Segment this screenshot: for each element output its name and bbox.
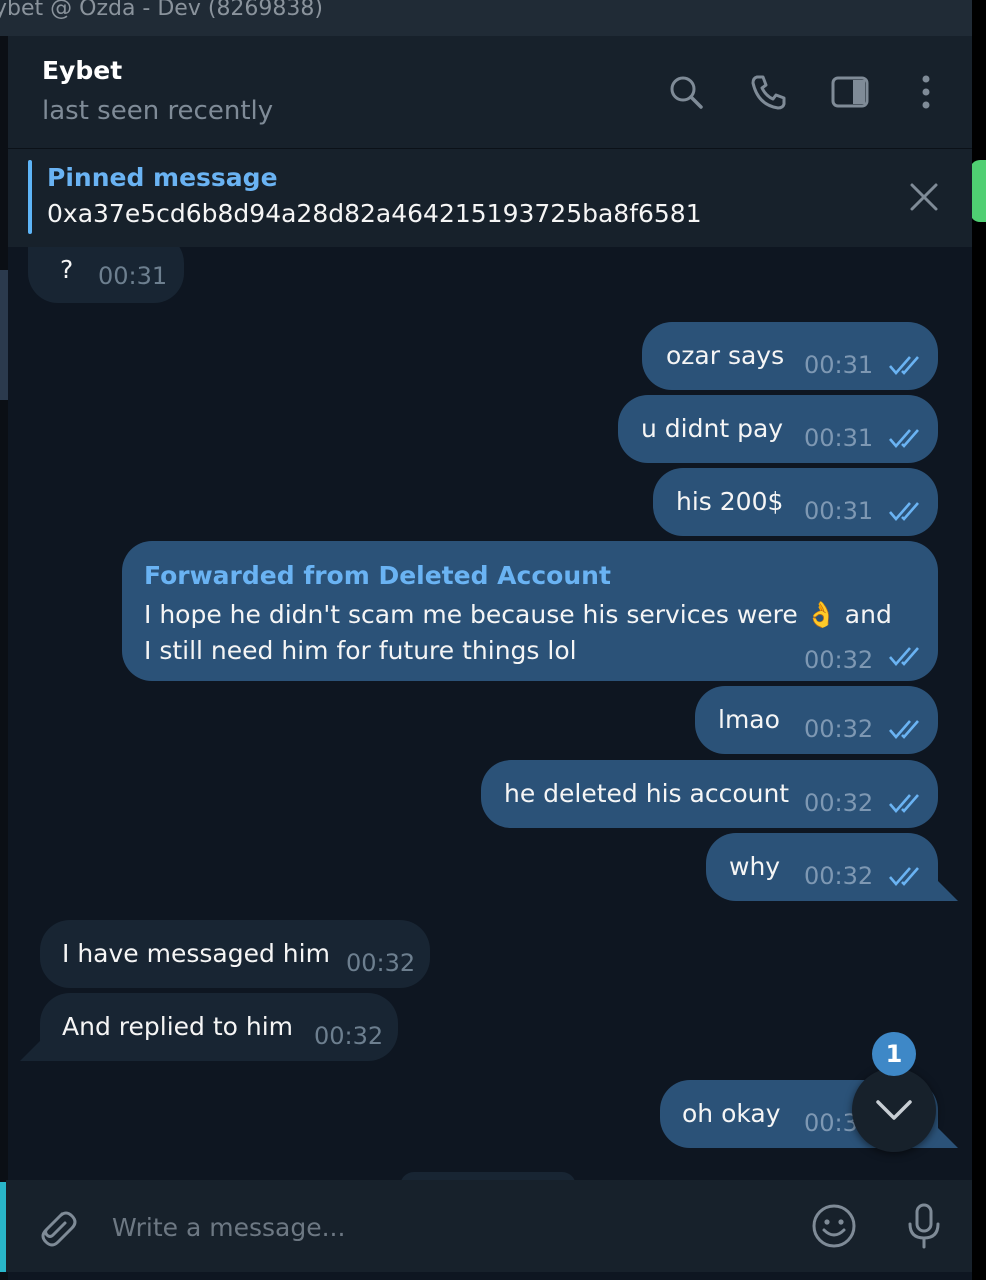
message-outgoing[interactable]: ozar says 00:31 — [642, 322, 938, 390]
double-check-icon — [889, 794, 919, 813]
message-outgoing[interactable]: lmao 00:32 — [695, 686, 938, 754]
message-text: why — [729, 852, 781, 881]
message-time: 00:32 — [804, 715, 874, 743]
message-time: 00:31 — [804, 424, 874, 452]
message-time: 00:31 — [804, 497, 874, 525]
pinned-text: 0xa37e5cd6b8d94a28d82a464215193725ba8f65… — [47, 199, 702, 228]
double-check-icon — [889, 720, 919, 739]
double-check-icon — [889, 429, 919, 448]
message-outgoing[interactable]: why 00:32 — [706, 833, 938, 901]
chat-header[interactable]: Eybet last seen recently — [8, 36, 972, 149]
message-text: ozar says — [666, 341, 785, 370]
window-title: ybet @ Ozda - Dev (8269838) — [0, 0, 324, 21]
message-text: ? — [60, 255, 74, 284]
message-text: I hope he didn't scam me because his ser… — [144, 600, 892, 665]
left-edge — [0, 36, 8, 1280]
message-text: he deleted his account — [504, 779, 790, 808]
close-icon[interactable] — [906, 179, 942, 215]
message-outgoing[interactable]: his 200$ 00:31 — [653, 468, 938, 536]
message-text: And replied to him — [62, 1012, 294, 1041]
message-list[interactable]: ? 00:31 ozar says 00:31 u didnt pay 00:3… — [8, 247, 972, 1180]
message-text: his 200$ — [676, 487, 784, 516]
double-check-icon — [889, 502, 919, 521]
message-incoming[interactable]: ? 00:31 — [28, 247, 184, 303]
pinned-indicator — [28, 160, 32, 234]
microphone-icon[interactable] — [900, 1202, 948, 1250]
window-titlebar: ybet @ Ozda - Dev (8269838) — [0, 0, 972, 36]
message-time: 00:32 — [346, 949, 416, 977]
double-check-icon — [889, 647, 919, 666]
pinned-title: Pinned message — [47, 163, 278, 192]
message-input[interactable] — [110, 1204, 794, 1250]
double-check-icon — [889, 867, 919, 886]
message-outgoing[interactable]: u didnt pay 00:31 — [618, 395, 938, 463]
double-check-icon — [889, 356, 919, 375]
search-icon[interactable] — [666, 72, 706, 112]
contact-status: last seen recently — [42, 96, 274, 126]
message-time: 00:32 — [314, 1022, 384, 1050]
sidebar-toggle-icon[interactable] — [830, 72, 870, 112]
bubble-tail — [936, 1126, 958, 1148]
message-incoming[interactable]: I have messaged him 00:32 — [40, 920, 430, 988]
message-text: I have messaged him — [62, 939, 330, 968]
message-time: 00:3 — [804, 1109, 858, 1137]
message-text: oh okay — [682, 1099, 781, 1128]
message-time: 00:31 — [98, 262, 168, 290]
more-icon[interactable] — [906, 72, 946, 112]
bubble-tail — [936, 879, 958, 901]
message-text: lmao — [718, 705, 780, 734]
forwarded-from-label[interactable]: Forwarded from Deleted Account — [144, 561, 611, 591]
bubble-tail — [20, 1039, 42, 1061]
left-edge-highlight — [0, 270, 8, 400]
scroll-to-bottom-button[interactable] — [852, 1068, 936, 1152]
contact-name[interactable]: Eybet — [42, 56, 122, 85]
message-time: 00:32 — [804, 862, 874, 890]
chevron-down-icon — [876, 1100, 912, 1120]
message-outgoing[interactable]: he deleted his account 00:32 — [481, 760, 938, 828]
message-time: 00:32 — [804, 646, 874, 674]
attach-icon[interactable] — [32, 1202, 80, 1250]
message-time: 00:31 — [804, 351, 874, 379]
message-forwarded[interactable]: Forwarded from Deleted Account I hope he… — [122, 541, 938, 681]
message-composer[interactable] — [6, 1180, 972, 1272]
background-app-edge — [970, 160, 986, 222]
message-incoming[interactable]: And replied to him 00:32 — [40, 993, 398, 1061]
emoji-icon[interactable] — [810, 1202, 858, 1250]
message-text: u didnt pay — [641, 414, 784, 443]
pinned-message-bar[interactable]: Pinned message 0xa37e5cd6b8d94a28d82a464… — [8, 149, 972, 247]
phone-icon[interactable] — [748, 72, 788, 112]
unread-count-badge[interactable]: 1 — [872, 1032, 916, 1076]
message-time: 00:32 — [804, 789, 874, 817]
